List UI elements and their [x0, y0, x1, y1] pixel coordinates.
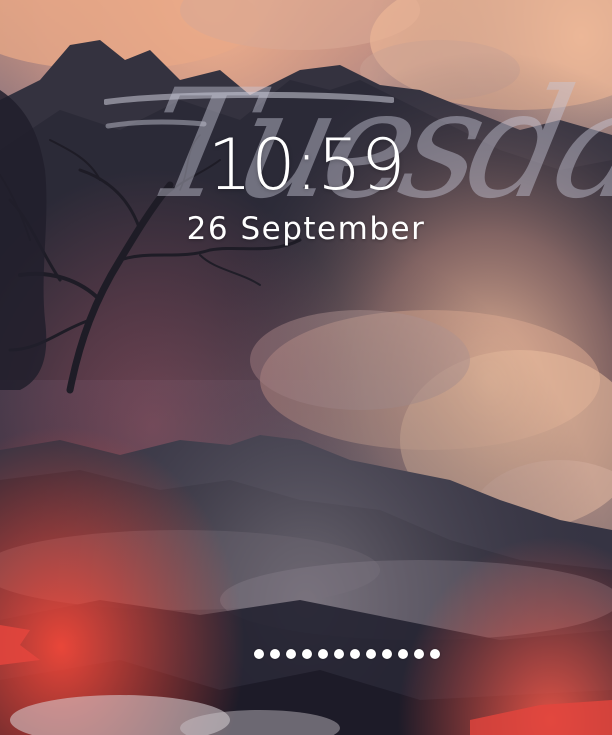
- passcode-dot: [254, 649, 264, 659]
- passcode-dot: [398, 649, 408, 659]
- clock-time: 10:59: [207, 124, 406, 206]
- passcode-dot: [334, 649, 344, 659]
- clock-date: 26 September: [186, 211, 426, 247]
- passcode-indicator: [254, 649, 440, 659]
- passcode-dot: [430, 649, 440, 659]
- passcode-dot: [366, 649, 376, 659]
- passcode-dot: [382, 649, 392, 659]
- passcode-dot: [286, 649, 296, 659]
- passcode-dot: [270, 649, 280, 659]
- passcode-dot: [302, 649, 312, 659]
- passcode-dot: [414, 649, 424, 659]
- clock-widget: Tuesday 10:59 26 September: [0, 0, 612, 300]
- passcode-dot: [350, 649, 360, 659]
- lock-screen: Tuesday 10:59 26 September: [0, 0, 612, 735]
- passcode-dot: [318, 649, 328, 659]
